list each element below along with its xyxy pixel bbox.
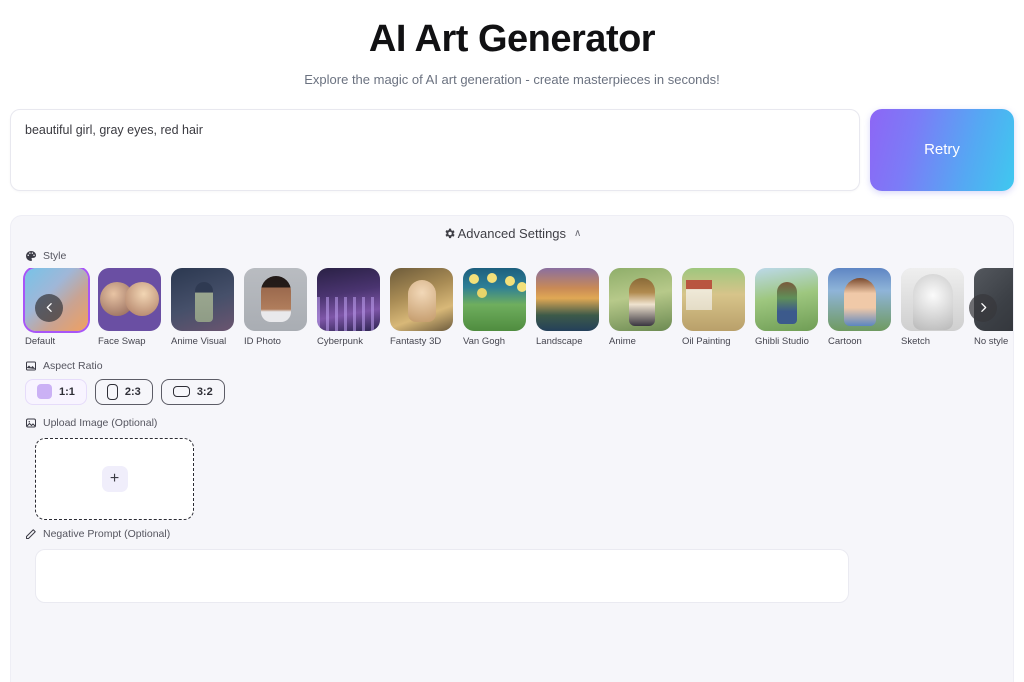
page-header: AI Art Generator Explore the magic of AI…	[0, 0, 1024, 87]
style-item-label: Cyberpunk	[317, 336, 363, 347]
style-item-label: Face Swap	[98, 336, 146, 347]
prompt-input[interactable]: beautiful girl, gray eyes, red hair	[10, 108, 860, 191]
style-item-label: ID Photo	[244, 336, 281, 347]
style-item-label: Cartoon	[828, 336, 862, 347]
style-item-label: Fantasty 3D	[390, 336, 442, 347]
style-item-label: Oil Painting	[682, 336, 731, 347]
upload-dropzone[interactable]: +	[35, 437, 194, 520]
aspect-ratio-options[interactable]: 1:1 2:3 3:2	[11, 378, 1013, 405]
style-thumbnail-art	[317, 268, 380, 331]
aspect-ratio-option-label: 1:1	[59, 385, 75, 398]
chevron-left-icon	[43, 301, 56, 314]
style-item-label: Anime	[609, 336, 636, 347]
style-thumbnail-art	[828, 268, 891, 331]
plus-icon[interactable]: +	[101, 465, 128, 492]
style-thumbnail[interactable]	[98, 268, 161, 331]
aspect-ratio-option[interactable]: 1:1	[25, 378, 87, 405]
style-item[interactable]: Cartoon	[828, 268, 891, 348]
style-thumbnail[interactable]	[755, 268, 818, 331]
advanced-settings-label: Advanced Settings	[457, 225, 567, 241]
style-item-label: Van Gogh	[463, 336, 506, 347]
chevron-up-icon: ∧	[574, 227, 582, 239]
style-label: Style	[43, 250, 67, 262]
gear-icon	[443, 227, 456, 240]
page-title: AI Art Generator	[368, 18, 656, 60]
style-list[interactable]: Default Face Swap Anime Visual ID Photo Cybe…	[11, 268, 1013, 348]
style-thumbnail[interactable]	[463, 268, 526, 331]
aspect-square-icon	[37, 384, 52, 400]
style-item[interactable]: Oil Painting	[682, 268, 745, 348]
upload-label: Upload Image (Optional)	[43, 416, 158, 429]
style-thumbnail-art	[682, 268, 745, 331]
style-thumbnail[interactable]	[901, 268, 964, 331]
aspect-ratio-option-label: 3:2	[196, 385, 213, 398]
ai-art-generator-page: AI Art Generator Explore the magic of AI…	[0, 0, 1024, 682]
aspect-wide-icon	[172, 386, 190, 398]
style-item[interactable]: Ghibli Studio	[755, 268, 818, 348]
style-item[interactable]: Van Gogh	[463, 268, 526, 348]
style-thumbnail-art	[98, 268, 161, 331]
negative-prompt-input[interactable]	[35, 548, 849, 603]
style-thumbnail[interactable]	[828, 268, 891, 331]
style-item[interactable]: Sketch	[901, 268, 964, 348]
style-thumbnail[interactable]	[536, 268, 599, 331]
style-item-label: Ghibli Studio	[755, 336, 809, 347]
style-thumbnail-art	[609, 268, 672, 331]
style-item[interactable]: ID Photo	[244, 268, 307, 348]
aspect-ratio-section-label: Aspect Ratio	[11, 360, 1013, 372]
style-thumbnail[interactable]	[390, 268, 453, 331]
style-item-label: No style	[974, 336, 1009, 347]
style-thumbnail-art	[463, 268, 526, 331]
style-thumbnail-art	[390, 268, 453, 331]
negative-prompt-section-label: Negative Prompt (Optional)	[11, 528, 1013, 540]
advanced-settings-panel: Advanced Settings ∧ Style Default Face S…	[10, 215, 1014, 682]
style-item[interactable]: Landscape	[536, 268, 599, 348]
upload-section-label: Upload Image (Optional)	[11, 417, 1013, 429]
style-item-label: Anime Visual	[171, 336, 227, 347]
prompt-row: beautiful girl, gray eyes, red hair Retr…	[0, 108, 1024, 191]
aspect-ratio-label: Aspect Ratio	[43, 359, 103, 372]
palette-brush-icon	[25, 250, 37, 262]
style-thumbnail[interactable]	[171, 268, 234, 331]
style-thumbnail[interactable]	[682, 268, 745, 331]
retry-button[interactable]: Retry	[870, 108, 1014, 191]
style-item-label: Default	[25, 336, 56, 347]
style-thumbnail-art	[171, 268, 234, 331]
aspect-ratio-icon	[25, 360, 37, 372]
style-thumbnail-art	[901, 268, 964, 331]
page-subtitle: Explore the magic of AI art generation -…	[304, 71, 720, 87]
style-item[interactable]: Face Swap	[98, 268, 161, 348]
aspect-tall-icon	[106, 383, 118, 400]
style-item-label: Landscape	[536, 336, 583, 347]
style-item[interactable]: Anime	[609, 268, 672, 348]
style-thumbnail[interactable]	[317, 268, 380, 331]
style-thumbnail-art	[755, 268, 818, 331]
aspect-ratio-option[interactable]: 3:2	[160, 378, 225, 405]
image-icon	[25, 417, 37, 429]
advanced-settings-toggle[interactable]: Advanced Settings ∧	[11, 216, 1013, 250]
style-thumbnail[interactable]	[609, 268, 672, 331]
aspect-ratio-option-label: 2:3	[124, 385, 141, 398]
style-thumbnail-art	[536, 268, 599, 331]
style-next-button[interactable]	[969, 293, 997, 322]
style-item[interactable]: Anime Visual	[171, 268, 234, 348]
style-item[interactable]: Fantasty 3D	[390, 268, 453, 348]
style-prev-button[interactable]	[35, 293, 63, 322]
chevron-right-icon	[977, 301, 990, 314]
pencil-icon	[25, 528, 37, 540]
aspect-ratio-option[interactable]: 2:3	[94, 378, 153, 405]
style-item-label: Sketch	[901, 336, 931, 347]
style-thumbnail[interactable]	[244, 268, 307, 331]
style-section-label: Style	[11, 250, 1013, 262]
style-carousel: Default Face Swap Anime Visual ID Photo Cybe…	[11, 268, 1013, 348]
style-item[interactable]: Cyberpunk	[317, 268, 380, 348]
style-thumbnail-art	[244, 268, 307, 331]
negative-prompt-label: Negative Prompt (Optional)	[43, 527, 171, 540]
